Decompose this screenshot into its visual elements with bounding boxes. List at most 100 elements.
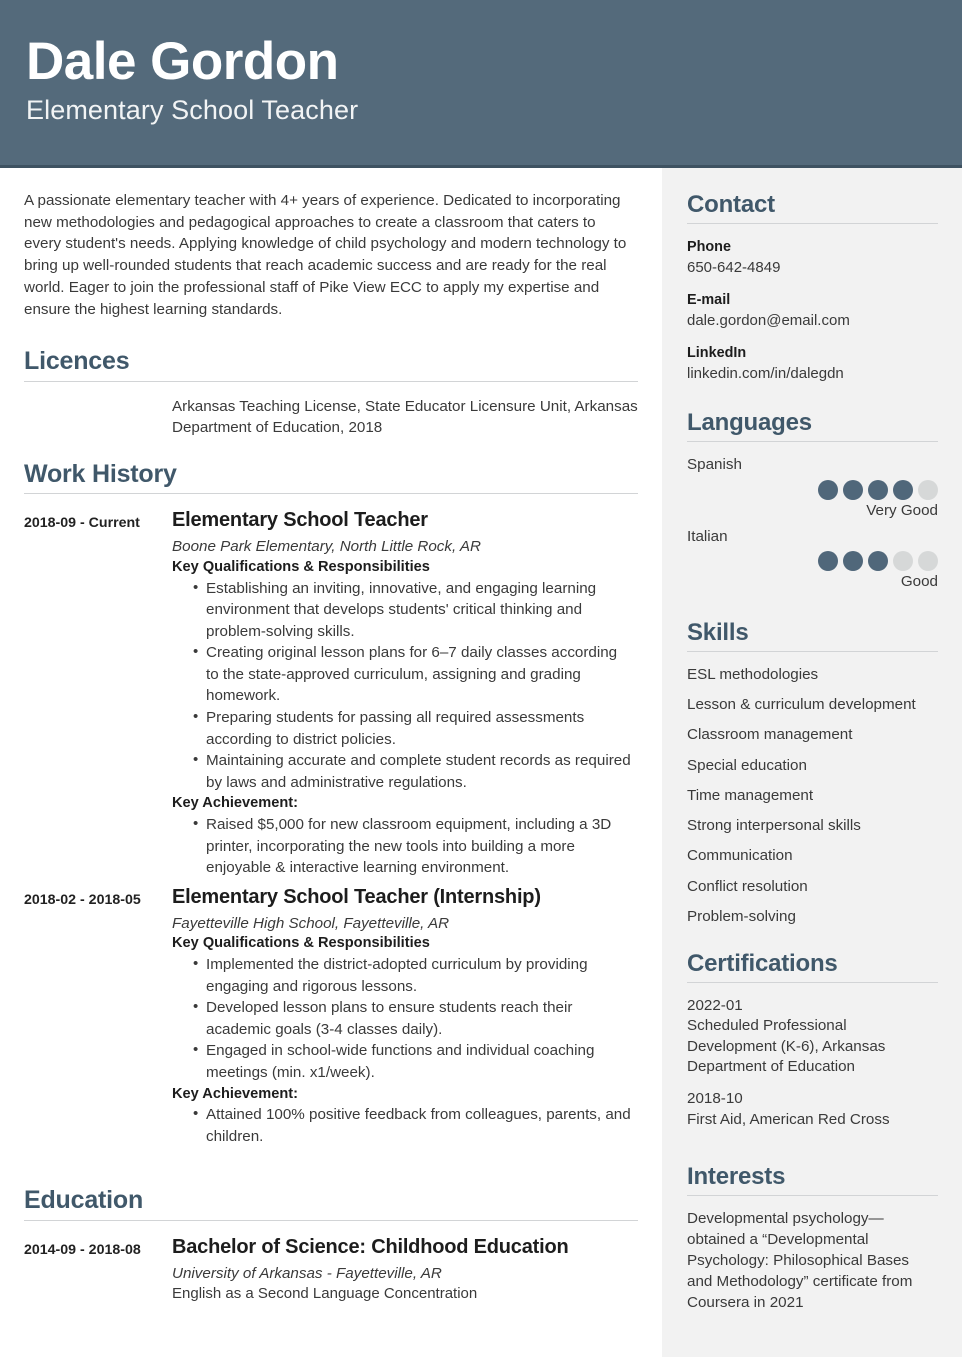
language-rating-dots <box>687 551 938 572</box>
sidebar-column: Contact Phone 650-642-4849 E-mail dale.gord… <box>662 168 962 1357</box>
licence-text: Arkansas Teaching License, State Educato… <box>172 397 638 437</box>
work-entry-title: Elementary School Teacher <box>172 509 428 532</box>
education-entries: 2014-09 - 2018-08 Bachelor of Science: Ch… <box>24 1235 638 1305</box>
work-entry-body: Elementary School Teacher Boone Park Elem… <box>172 508 638 879</box>
achievement-label: Key Achievement: <box>172 1085 298 1102</box>
candidate-job-title: Elementary School Teacher <box>26 94 359 125</box>
contact-label: Phone <box>687 239 731 255</box>
languages-divider <box>687 441 938 443</box>
certifications-heading: Certifications <box>687 949 838 977</box>
interests-divider <box>687 1195 938 1197</box>
contact-item: E-mail dale.gordon@email.com <box>687 290 938 331</box>
work-entry: 2018-09 - Current Elementary School Teach… <box>24 508 638 879</box>
contact-heading: Contact <box>687 191 775 218</box>
certification-date: 2022-01 <box>687 996 743 1014</box>
bullet-item: Creating original lesson plans for 6–7 d… <box>193 641 632 707</box>
contact-label: E-mail <box>687 292 731 309</box>
qualifications-list: Establishing an inviting, innovative, an… <box>172 577 632 794</box>
work-entry: 2018-02 - 2018-05 Elementary School Teach… <box>24 885 638 1148</box>
contact-divider <box>687 223 938 224</box>
work-entry-organization: Fayetteville High School, Fayetteville, … <box>172 914 450 932</box>
skill-item: Time management <box>687 786 814 804</box>
education-divider <box>24 1219 638 1221</box>
work-entry-dates: 2018-09 - Current <box>24 515 140 532</box>
skills-divider <box>687 651 938 652</box>
rating-dot-filled <box>893 479 913 500</box>
licence-date-spacer <box>24 396 172 439</box>
skill-item: ESL methodologies <box>687 666 819 683</box>
main-column: A passionate elementary teacher with 4+ … <box>0 168 662 1357</box>
work-history-section: Work History 2018-09 - Current Elementary… <box>24 459 638 1148</box>
certification-date: 2018-10 <box>687 1090 743 1108</box>
skill-item: Lesson & curriculum development <box>687 696 916 714</box>
certifications-section: Certifications 2022-01 Scheduled Professi… <box>687 949 938 1130</box>
rating-dot-empty <box>918 551 938 572</box>
bullet-item: Engaged in school-wide functions and ind… <box>193 1039 632 1083</box>
language-level-label: Very Good <box>866 501 938 519</box>
licence-row: Arkansas Teaching License, State Educato… <box>24 396 638 439</box>
candidate-name: Dale Gordon <box>26 32 339 91</box>
bullet-item: Attained 100% positive feedback from col… <box>193 1103 632 1147</box>
work-history-heading: Work History <box>24 459 177 488</box>
achievement-label: Key Achievement: <box>172 795 298 812</box>
professional-summary: A passionate elementary teacher with 4+ … <box>24 192 627 318</box>
skill-item: Special education <box>687 756 807 774</box>
language-item: Spanish Very Good <box>687 455 938 520</box>
education-entry-body: Bachelor of Science: Childhood Education… <box>172 1235 638 1305</box>
contact-items: Phone 650-642-4849 E-mail dale.gordon@email… <box>687 237 938 384</box>
certification-item: 2018-10 First Aid, American Red Cross <box>687 1089 938 1130</box>
achievements-list: Raised $5,000 for new classroom equipmen… <box>172 813 632 879</box>
language-level-label: Good <box>900 573 938 591</box>
interests-text: Developmental psychology—obtained a “Dev… <box>687 1210 913 1311</box>
language-rating-dots <box>687 479 938 500</box>
contact-value[interactable]: dale.gordon@email.com <box>687 310 938 331</box>
rating-dot-filled <box>868 479 888 500</box>
education-heading: Education <box>24 1186 144 1215</box>
contact-label: LinkedIn <box>687 345 747 362</box>
resume-body: A passionate elementary teacher with 4+ … <box>0 168 962 1357</box>
contact-value[interactable]: linkedin.com/in/dalegdn <box>687 363 938 384</box>
rating-dot-filled <box>843 479 863 500</box>
certification-items: 2022-01 Scheduled Professional Developmen… <box>687 996 938 1130</box>
contact-value[interactable]: 650-642-4849 <box>687 257 938 278</box>
work-entry-dates: 2018-02 - 2018-05 <box>24 891 141 908</box>
rating-dot-filled <box>843 551 863 572</box>
rating-dot-filled <box>868 551 888 572</box>
skill-item: Classroom management <box>687 726 853 744</box>
certification-text: Scheduled Professional Development (K-6)… <box>687 1017 886 1076</box>
work-entry-organization: Boone Park Elementary, North Little Rock… <box>172 538 481 556</box>
education-institution: University of Arkansas - Fayetteville, A… <box>172 1264 442 1282</box>
education-entry: 2014-09 - 2018-08 Bachelor of Science: Ch… <box>24 1235 638 1305</box>
work-history-divider <box>24 493 638 495</box>
rating-dot-filled <box>818 479 838 500</box>
work-entry-title: Elementary School Teacher (Internship) <box>172 885 541 908</box>
education-section: Education 2014-09 - 2018-08 Bachelor of S… <box>24 1185 638 1304</box>
languages-heading: Languages <box>687 409 812 437</box>
work-history-entries: 2018-09 - Current Elementary School Teach… <box>24 508 638 1147</box>
bullet-item: Establishing an inviting, innovative, an… <box>193 577 632 643</box>
contact-section: Contact Phone 650-642-4849 E-mail dale.gord… <box>687 190 938 384</box>
skill-item: Problem-solving <box>687 907 796 925</box>
contact-item: Phone 650-642-4849 <box>687 237 938 278</box>
contact-item: LinkedIn linkedin.com/in/dalegdn <box>687 343 938 384</box>
language-name: Italian <box>687 527 728 545</box>
achievements-list: Attained 100% positive feedback from col… <box>172 1103 632 1147</box>
skill-item: Communication <box>687 847 793 865</box>
licences-divider <box>24 380 638 382</box>
interests-heading: Interests <box>687 1163 786 1191</box>
bullet-item: Raised $5,000 for new classroom equipmen… <box>193 813 632 879</box>
qualifications-label: Key Qualifications & Responsibilities <box>172 558 430 575</box>
qualifications-label: Key Qualifications & Responsibilities <box>172 935 430 952</box>
qualifications-list: Implemented the district-adopted curricu… <box>172 953 632 1083</box>
skill-item: Conflict resolution <box>687 877 808 895</box>
licences-section: Licences Arkansas Teaching License, Stat… <box>24 346 638 438</box>
resume-header-banner: Dale Gordon Elementary School Teacher <box>0 0 962 168</box>
language-items: Spanish Very Good Italian Good <box>687 455 938 592</box>
education-degree: Bachelor of Science: Childhood Education <box>172 1235 569 1258</box>
skill-items: ESL methodologies Lesson & curriculum dev… <box>687 665 938 927</box>
bullet-item: Implemented the district-adopted curricu… <box>193 953 632 997</box>
